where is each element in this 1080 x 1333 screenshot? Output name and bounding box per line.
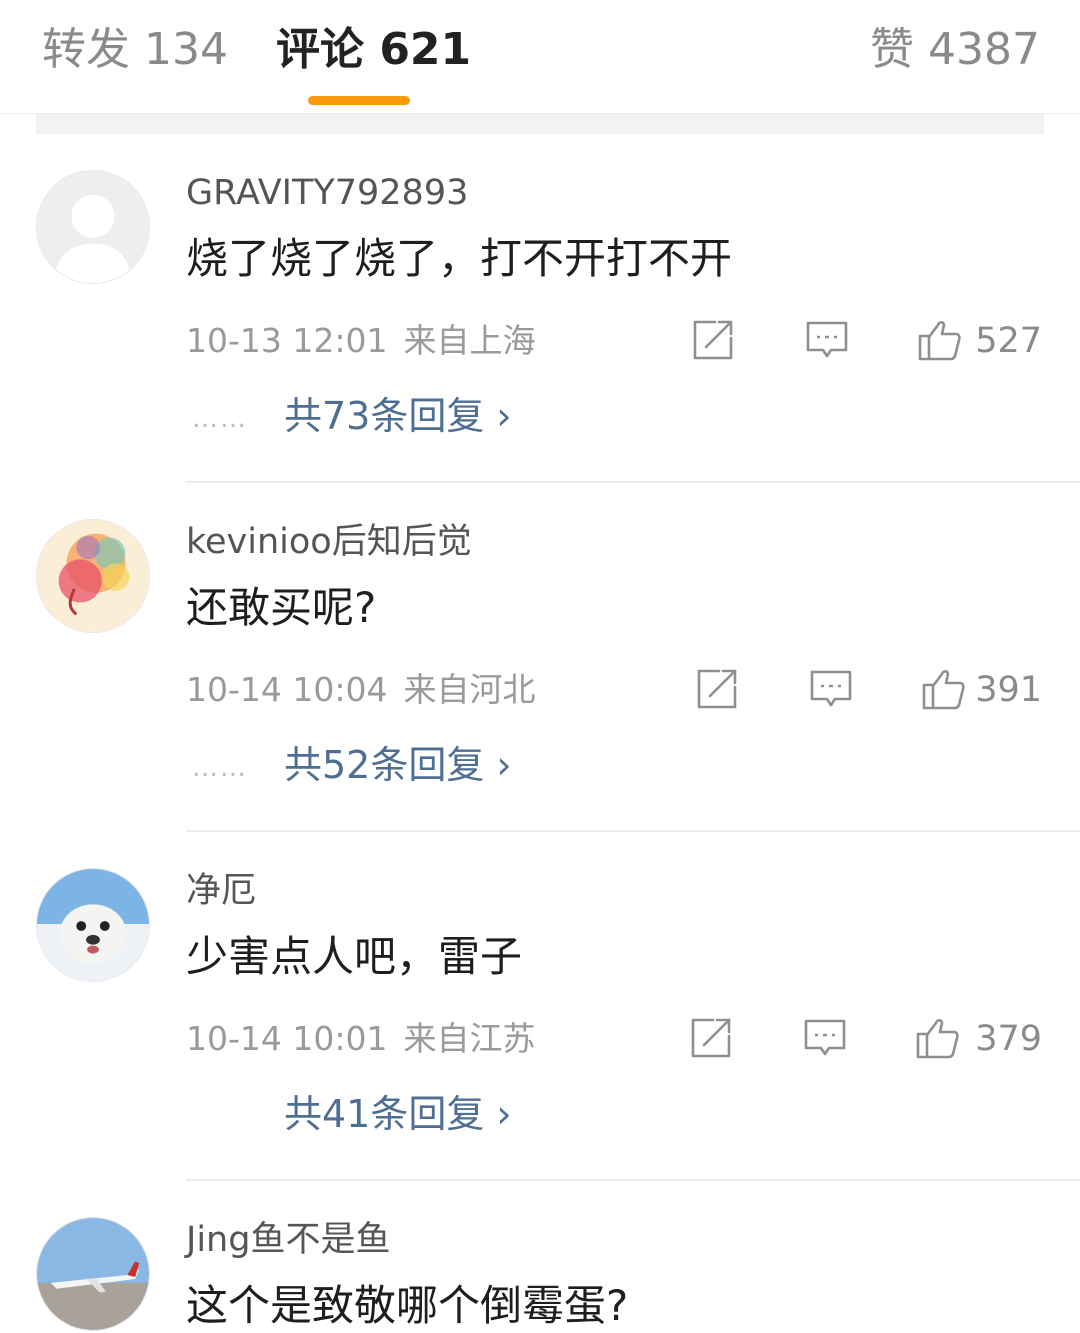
share-icon[interactable]	[691, 318, 735, 362]
default-user-avatar-icon[interactable]	[36, 170, 150, 284]
reply-dots: ……	[192, 404, 248, 434]
tab-likes[interactable]: 赞 4387	[870, 22, 1040, 78]
thumbs-up-icon[interactable]	[922, 667, 966, 711]
tab-comments[interactable]: 评论 621	[276, 22, 471, 78]
share-icon[interactable]	[689, 1016, 733, 1060]
comment-meta: 10-14 10:04 来自河北	[186, 669, 535, 711]
comment-text: 少害点人吧，雷子	[186, 932, 523, 981]
thumbs-up-icon[interactable]	[916, 1016, 960, 1060]
comment-text: 这个是致敬哪个倒霉蛋?	[186, 1281, 629, 1330]
comment-username[interactable]: kevinioo后知后觉	[186, 520, 472, 564]
comment-username[interactable]: Jing鱼不是鱼	[186, 1218, 390, 1262]
seal-avatar-icon[interactable]	[36, 868, 150, 982]
share-icon[interactable]	[695, 667, 739, 711]
comment-item: kevinioo后知后觉 还敢买呢? 10-14 10:04 来自河北 391 ……	[0, 483, 1080, 832]
reply-comment-icon[interactable]	[805, 318, 849, 362]
comment-date: 10-14 10:01	[186, 1019, 388, 1058]
comment-item: Jing鱼不是鱼 这个是致敬哪个倒霉蛋?	[0, 1181, 1080, 1331]
watercolor-portrait-avatar-icon[interactable]	[36, 519, 150, 633]
airplane-avatar-icon[interactable]	[36, 1217, 150, 1331]
comment-location: 来自江苏	[403, 1019, 536, 1058]
comment-date: 10-13 12:01	[186, 321, 388, 360]
reply-dots: ……	[192, 753, 248, 783]
comment-meta: 10-14 10:01 来自江苏	[186, 1018, 535, 1060]
comment-item: GRAVITY792893 烧了烧了烧了，打不开打不开 10-13 12:01 来…	[0, 134, 1080, 483]
like-count[interactable]: 527	[975, 320, 1042, 362]
like-count[interactable]: 391	[975, 669, 1042, 711]
comment-meta: 10-13 12:01 来自上海	[186, 320, 535, 362]
comment-item: 净厄 少害点人吧，雷子 10-14 10:01 来自江苏 379 共41条回复 ›	[0, 832, 1080, 1181]
active-tab-indicator	[308, 96, 410, 105]
section-separator	[36, 114, 1044, 134]
view-replies-link[interactable]: 共52条回复 ›	[284, 741, 512, 789]
like-count[interactable]: 379	[975, 1018, 1042, 1060]
comment-tabs: 转发 134 评论 621 赞 4387	[0, 0, 1080, 114]
comment-location: 来自上海	[403, 321, 536, 360]
comment-username[interactable]: GRAVITY792893	[186, 171, 468, 215]
comment-username[interactable]: 净厄	[186, 869, 256, 913]
view-replies-link[interactable]: 共41条回复 ›	[284, 1090, 512, 1138]
view-replies-link[interactable]: 共73条回复 ›	[284, 392, 512, 440]
reply-comment-icon[interactable]	[803, 1016, 847, 1060]
tab-repost[interactable]: 转发 134	[42, 22, 228, 78]
comment-text: 还敢买呢?	[186, 583, 377, 632]
comment-location: 来自河北	[403, 670, 536, 709]
comment-date: 10-14 10:04	[186, 670, 388, 709]
thumbs-up-icon[interactable]	[918, 318, 962, 362]
reply-comment-icon[interactable]	[809, 667, 853, 711]
comment-text: 烧了烧了烧了，打不开打不开	[186, 234, 733, 283]
